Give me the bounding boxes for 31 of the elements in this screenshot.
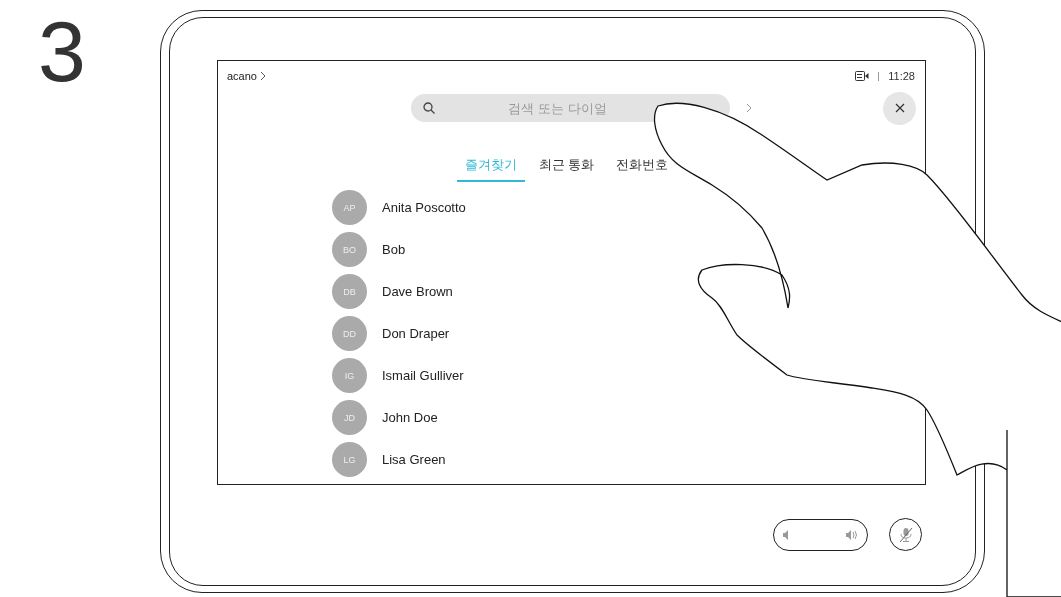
volume-up-icon bbox=[846, 529, 858, 540]
step-number: 3 bbox=[38, 8, 86, 94]
mute-button[interactable] bbox=[889, 518, 922, 551]
contact-name[interactable]: Don Draper bbox=[382, 326, 450, 341]
avatar: BO bbox=[332, 232, 367, 267]
muted-microphone-icon bbox=[898, 526, 913, 543]
avatar: JD bbox=[332, 400, 367, 435]
close-button[interactable] bbox=[883, 91, 916, 125]
avatar: DB bbox=[332, 274, 367, 309]
search-icon bbox=[423, 102, 435, 114]
chevron-icon[interactable] bbox=[746, 103, 752, 113]
volume-down-icon bbox=[783, 529, 791, 540]
tab[interactable]: 전화번호 bbox=[608, 152, 677, 182]
contact-name[interactable]: Bob bbox=[382, 242, 406, 257]
avatar: AP bbox=[332, 190, 367, 225]
contact-name[interactable]: John Doe bbox=[382, 410, 438, 425]
contact-name[interactable]: Anita Poscotto bbox=[382, 200, 466, 215]
contact-name[interactable]: Lisa Green bbox=[382, 452, 446, 467]
close-icon bbox=[894, 103, 905, 113]
tab[interactable]: 최근 통화 bbox=[530, 152, 603, 182]
clock-time: 11:28 bbox=[888, 70, 915, 82]
search-input[interactable]: 검색 또는 다이얼 bbox=[435, 99, 718, 117]
breadcrumb[interactable]: acano bbox=[227, 70, 257, 82]
avatar: IG bbox=[332, 358, 367, 393]
volume-control[interactable] bbox=[773, 518, 868, 551]
chevron-icon bbox=[260, 71, 266, 81]
camera-icon[interactable] bbox=[855, 71, 870, 81]
contact-name[interactable]: Ismail Gulliver bbox=[382, 368, 464, 383]
contact-name[interactable]: Dave Brown bbox=[382, 284, 453, 299]
avatar: LG bbox=[332, 442, 367, 477]
avatar: DD bbox=[332, 316, 367, 351]
